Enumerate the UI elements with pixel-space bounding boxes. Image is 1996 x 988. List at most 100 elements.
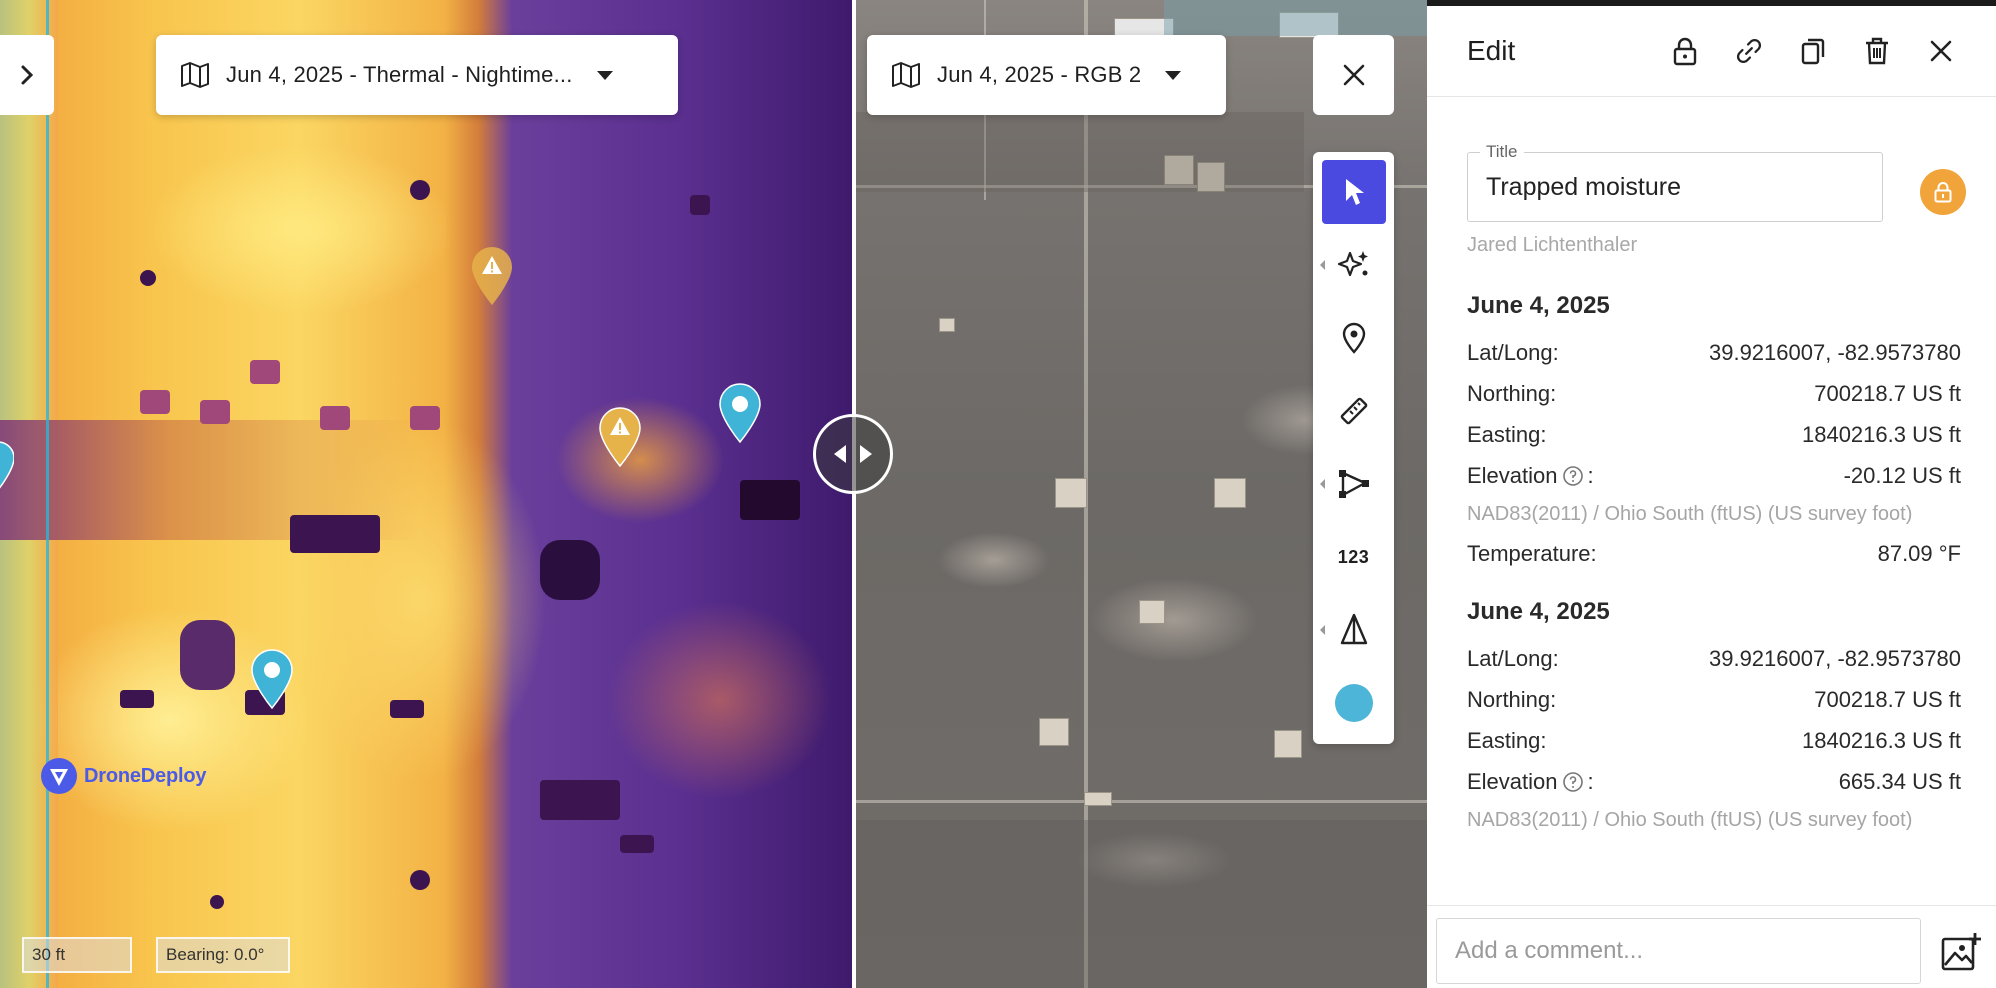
close-compare-button[interactable] <box>1313 35 1394 115</box>
close-icon <box>1930 40 1952 62</box>
select-tool[interactable] <box>1321 160 1386 224</box>
panel-header: Edit <box>1427 6 1996 97</box>
easting-value: 1840216.3 US ft <box>1801 421 1961 447</box>
elevation-colon: : <box>1587 462 1594 488</box>
elevation-row: Elevation : -20.12 US ft <box>1467 455 1961 496</box>
elevation-label-group: Elevation : <box>1467 463 1594 489</box>
temperature-value: 87.09 °F <box>1877 540 1961 566</box>
delete-button[interactable] <box>1862 36 1892 66</box>
comment-input[interactable] <box>1436 918 1921 984</box>
northing-value: 700218.7 US ft <box>1814 380 1961 406</box>
map-icon <box>181 62 209 88</box>
swipe-divider[interactable] <box>852 0 856 988</box>
measure-distance-tool[interactable] <box>1322 379 1386 443</box>
left-layer-label: Jun 4, 2025 - Thermal - Nightime... <box>226 62 573 87</box>
close-panel-button[interactable] <box>1926 36 1956 66</box>
help-icon[interactable] <box>1562 465 1584 487</box>
map-icon <box>892 62 920 88</box>
section-date: June 4, 2025 <box>1467 292 1610 319</box>
details-scroll-area[interactable]: June 4, 2025 Lat/Long: 39.9216007, -82.9… <box>1427 280 1996 905</box>
left-layer-dropdown[interactable]: Jun 4, 2025 - Thermal - Nightime... <box>156 35 678 115</box>
help-icon[interactable] <box>1562 771 1584 793</box>
submenu-indicator <box>1319 479 1325 489</box>
logo-text: DroneDeploy <box>84 764 207 787</box>
latlong-row: Lat/Long: 39.9216007, -82.9573780 <box>1467 332 1961 373</box>
chevron-down-icon <box>1165 70 1182 80</box>
polygon-icon <box>1338 470 1369 498</box>
elevation-label: Elevation <box>1467 462 1558 488</box>
measurement-section-2: June 4, 2025 Lat/Long: 39.9216007, -82.9… <box>1427 586 1996 835</box>
title-field-label: Title <box>1480 142 1524 162</box>
location-pin-marker-2[interactable] <box>248 648 296 710</box>
lock-icon <box>1934 182 1952 203</box>
volume-tool[interactable] <box>1319 598 1386 662</box>
elevation-value: 665.34 US ft <box>1838 768 1961 794</box>
count-tool[interactable]: 123 <box>1322 525 1386 589</box>
section-date: June 4, 2025 <box>1467 598 1610 625</box>
header-actions <box>1670 36 1956 66</box>
right-layer-label: Jun 4, 2025 - RGB 2 <box>937 62 1142 87</box>
latlong-row: Lat/Long: 39.9216007, -82.9573780 <box>1467 638 1961 679</box>
elevation-colon: : <box>1587 768 1594 794</box>
comment-bar <box>1427 905 1996 988</box>
latlong-label: Lat/Long: <box>1467 645 1559 671</box>
northing-row: Northing: 700218.7 US ft <box>1467 679 1961 720</box>
swipe-handle[interactable] <box>813 414 893 494</box>
title-field: Title <box>1467 142 1883 222</box>
location-tool[interactable] <box>1322 306 1386 370</box>
color-picker-tool[interactable] <box>1322 671 1386 735</box>
bearing-indicator: Bearing: 0.0° <box>156 937 290 973</box>
measurement-section-1: June 4, 2025 Lat/Long: 39.9216007, -82.9… <box>1427 280 1996 574</box>
scale-bar: 30 ft <box>22 937 132 973</box>
northing-label: Northing: <box>1467 380 1557 406</box>
projection-label: NAD83(2011) / Ohio South (ftUS) (US surv… <box>1467 503 1913 525</box>
elevation-row: Elevation : 665.34 US ft <box>1467 761 1961 802</box>
dronedeploy-logo-icon <box>41 758 77 794</box>
northing-row: Northing: 700218.7 US ft <box>1467 373 1961 414</box>
lock-button[interactable] <box>1670 36 1700 66</box>
latlong-value: 39.9216007, -82.9573780 <box>1708 339 1961 365</box>
elevation-label-group: Elevation : <box>1467 769 1594 795</box>
panel-title: Edit <box>1467 35 1516 66</box>
sparkle-icon <box>1337 251 1368 277</box>
annotation-toolbar: 123 <box>1313 152 1394 744</box>
ai-detect-tool[interactable] <box>1319 233 1386 297</box>
latlong-value: 39.9216007, -82.9573780 <box>1708 645 1961 671</box>
lock-status-button[interactable] <box>1920 169 1966 215</box>
location-pin-marker-1[interactable] <box>716 382 764 444</box>
pyramid-icon <box>1340 613 1367 645</box>
submenu-indicator <box>1319 260 1325 270</box>
elevation-value: -20.12 US ft <box>1843 462 1961 488</box>
copy-link-button[interactable] <box>1734 36 1764 66</box>
chevron-down-icon <box>596 70 613 80</box>
northing-label: Northing: <box>1467 686 1557 712</box>
ruler-icon <box>1340 397 1367 425</box>
elevation-label: Elevation <box>1467 768 1558 794</box>
thermal-map-pane[interactable]: DroneDeploy 30 ft Bearing: 0.0° <box>0 0 854 988</box>
chevron-right-icon <box>21 65 34 85</box>
measure-area-tool[interactable] <box>1319 452 1386 516</box>
warning-marker-2[interactable] <box>596 406 644 468</box>
location-pin-marker-3[interactable] <box>0 440 14 492</box>
easting-row: Easting: 1840216.3 US ft <box>1467 720 1961 761</box>
edit-panel: Edit Title Trapped moisture Jared Lichte… <box>1427 0 1996 988</box>
color-swatch <box>1334 684 1373 722</box>
projection-label: NAD83(2011) / Ohio South (ftUS) (US surv… <box>1467 809 1913 831</box>
easting-label: Easting: <box>1467 727 1547 753</box>
right-layer-dropdown[interactable]: Jun 4, 2025 - RGB 2 <box>867 35 1226 115</box>
title-input[interactable] <box>1468 153 1882 221</box>
copy-icon <box>1801 38 1825 65</box>
add-image-button[interactable] <box>1940 932 1982 974</box>
duplicate-button[interactable] <box>1798 36 1828 66</box>
app-root: DroneDeploy 30 ft Bearing: 0.0° Jun 4, 2… <box>0 0 1996 988</box>
expand-sidebar-button[interactable] <box>0 35 54 115</box>
swipe-arrows-icon <box>834 445 872 463</box>
temperature-label: Temperature: <box>1467 540 1597 566</box>
cursor-arrow-icon <box>1345 179 1364 205</box>
easting-row: Easting: 1840216.3 US ft <box>1467 414 1961 455</box>
warning-marker-1[interactable] <box>468 245 516 307</box>
trash-icon <box>1866 37 1888 65</box>
author-name: Jared Lichtenthaler <box>1467 234 1638 256</box>
easting-label: Easting: <box>1467 421 1547 447</box>
roof-edge-line <box>46 0 49 988</box>
